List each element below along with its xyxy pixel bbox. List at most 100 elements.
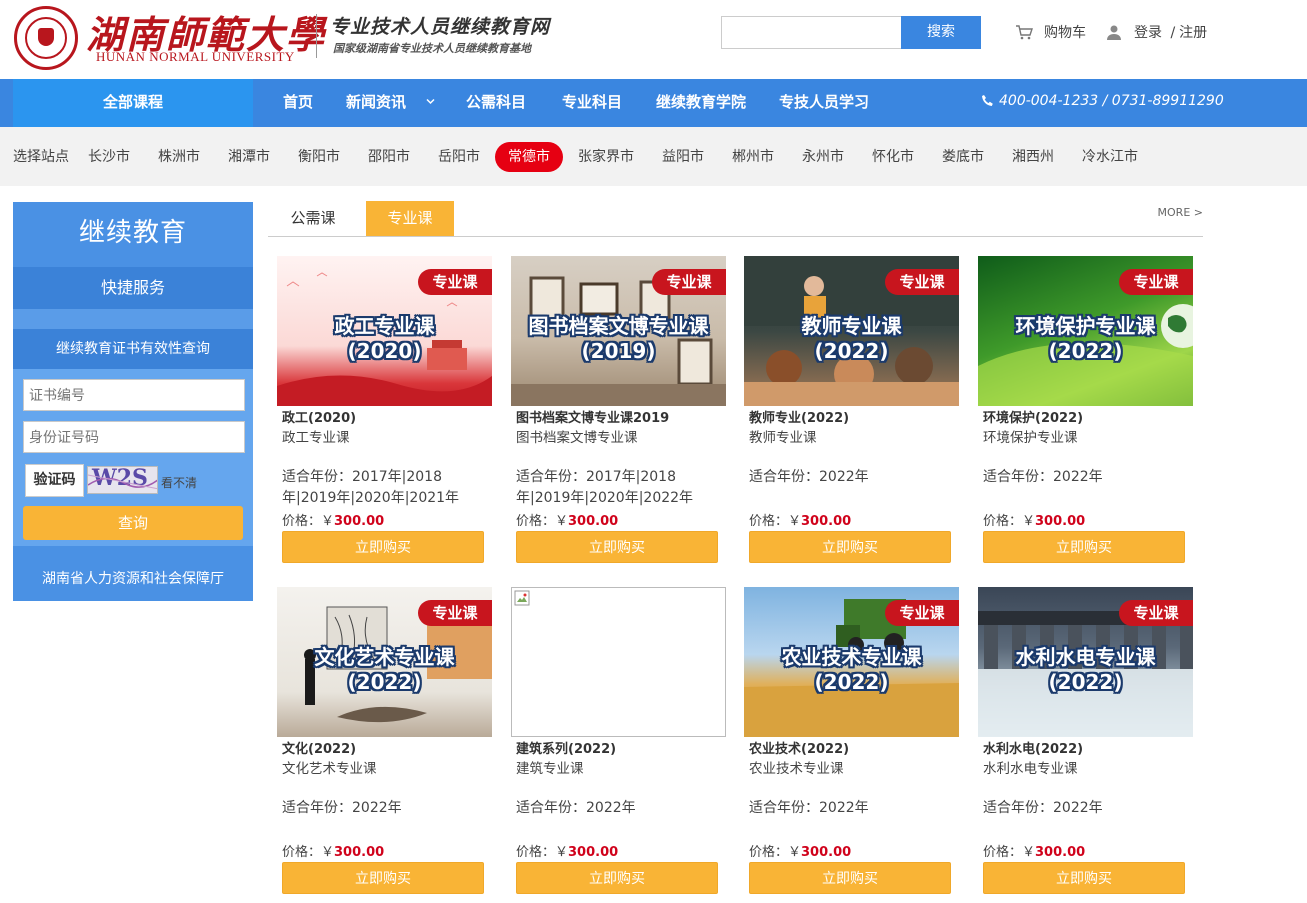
hotline-number: 400-004-1233 / 0731-89911290	[999, 93, 1224, 109]
city-item[interactable]: 怀化市	[872, 142, 914, 172]
price-value: 300.00	[1035, 514, 1086, 529]
course-thumbnail[interactable]: 专业课 政工专业课 (2020)	[277, 256, 492, 406]
course-thumbnail[interactable]: 专业课 环境保护专业课 (2022)	[978, 256, 1193, 406]
course-price: 价格：￥300.00	[749, 841, 851, 860]
nav-item-public-courses[interactable]: 公需科目	[466, 79, 526, 127]
buy-now-button[interactable]: 立即购买	[282, 531, 484, 563]
price-label: 价格：￥	[282, 845, 335, 860]
buy-now-button[interactable]: 立即购买	[749, 862, 951, 894]
thumbnail-title-line-2: (2022)	[1048, 339, 1123, 363]
chevron-down-icon[interactable]	[426, 97, 435, 106]
course-desc: 文化艺术专业课	[282, 761, 377, 777]
course-name[interactable]: 水利水电(2022)	[983, 738, 1083, 757]
course-name[interactable]: 文化(2022)	[282, 738, 356, 757]
city-item[interactable]: 湘潭市	[228, 142, 270, 172]
course-name[interactable]: 政工(2020)	[282, 407, 356, 426]
course-name[interactable]: 教师专业(2022)	[749, 407, 849, 426]
nav-item-study[interactable]: 专技人员学习	[779, 79, 869, 127]
cart-link[interactable]: 购物车	[1015, 22, 1086, 42]
thumbnail-title: 环境保护专业课 (2022)	[978, 314, 1193, 364]
course-years: 适合年份：2022年	[983, 800, 1103, 816]
city-item[interactable]: 湘西州	[1012, 142, 1054, 172]
more-link[interactable]: MORE >	[1158, 206, 1203, 219]
city-item[interactable]: 郴州市	[732, 142, 774, 172]
account-links: 登录 / 注册	[1106, 22, 1207, 42]
price-value: 300.00	[568, 514, 619, 529]
thumbnail-title-line-1: 文化艺术专业课	[314, 645, 455, 669]
course-thumbnail[interactable]: 专业课 教师专业课 (2022)	[744, 256, 959, 406]
course-years: 适合年份：2022年	[749, 800, 869, 816]
nav-item-college[interactable]: 继续教育学院	[656, 79, 746, 127]
thumbnail-title: 政工专业课 (2020)	[277, 314, 492, 364]
course-badge: 专业课	[652, 269, 726, 295]
nav-item-news[interactable]: 新闻资讯	[346, 79, 406, 127]
captcha-field[interactable]: 验证码	[25, 464, 84, 497]
login-link[interactable]: 登录	[1134, 25, 1162, 41]
cert-query-heading: 继续教育证书有效性查询	[13, 329, 253, 369]
course-thumbnail[interactable]: 专业课 文化艺术专业课 (2022)	[277, 587, 492, 737]
phone-icon	[982, 95, 993, 106]
course-badge: 专业课	[418, 600, 492, 626]
course-desc: 建筑专业课	[516, 761, 584, 777]
course-thumbnail[interactable]: 专业课 水利水电专业课 (2022)	[978, 587, 1193, 737]
thumbnail-title-line-1: 图书档案文博专业课	[528, 314, 709, 338]
search-input[interactable]	[721, 16, 902, 49]
price-label: 价格：￥	[282, 514, 335, 529]
price-value: 300.00	[334, 845, 385, 860]
tab-professional-courses[interactable]: 专业课	[366, 201, 454, 236]
buy-now-button[interactable]: 立即购买	[282, 862, 484, 894]
all-courses-button[interactable]: 全部课程	[13, 79, 253, 127]
thumbnail-title-line-1: 教师专业课	[801, 314, 902, 338]
hotline: 400-004-1233 / 0731-89911290	[981, 79, 1224, 127]
city-item[interactable]: 张家界市	[578, 142, 634, 172]
course-name[interactable]: 农业技术(2022)	[749, 738, 849, 757]
thumbnail-title-line-2: (2019)	[581, 339, 656, 363]
buy-now-button[interactable]: 立即购买	[983, 531, 1185, 563]
city-item[interactable]: 娄底市	[942, 142, 984, 172]
buy-now-button[interactable]: 立即购买	[983, 862, 1185, 894]
thumbnail-title: 教师专业课 (2022)	[744, 314, 959, 364]
city-item[interactable]: 益阳市	[662, 142, 704, 172]
course-years: 适合年份：2017年|2018年|2019年|2020年|2021年	[282, 469, 460, 506]
course-thumbnail[interactable]: 专业课 农业技术专业课 (2022)	[744, 587, 959, 737]
id-number-field[interactable]	[23, 421, 245, 453]
city-selector-label: 选择站点	[13, 149, 69, 165]
city-item[interactable]: 衡阳市	[298, 142, 340, 172]
price-value: 300.00	[801, 514, 852, 529]
course-name[interactable]: 图书档案文博专业课2019	[516, 407, 669, 426]
course-desc: 水利水电专业课	[983, 761, 1078, 777]
course-thumbnail[interactable]: 专业课 图书档案文博专业课 (2019)	[511, 256, 726, 406]
course-price: 价格：￥300.00	[282, 841, 384, 860]
course-years: 适合年份：2022年	[749, 469, 869, 485]
cert-number-field[interactable]	[23, 379, 245, 411]
buy-now-button[interactable]: 立即购买	[516, 531, 718, 563]
city-item-active[interactable]: 常德市	[495, 142, 563, 172]
search-button[interactable]: 搜索	[901, 16, 981, 49]
site-subtitle: 国家级湖南省专业技术人员继续教育基地	[333, 42, 531, 55]
course-name[interactable]: 环境保护(2022)	[983, 407, 1083, 426]
city-item[interactable]: 冷水江市	[1082, 142, 1138, 172]
tab-public-courses[interactable]: 公需课	[268, 201, 358, 236]
buy-now-button[interactable]: 立即购买	[516, 862, 718, 894]
course-years: 适合年份：2022年	[282, 800, 402, 816]
city-item[interactable]: 岳阳市	[438, 142, 480, 172]
captcha-image[interactable]: W2S	[87, 466, 158, 494]
city-item[interactable]: 永州市	[802, 142, 844, 172]
captcha-refresh-link[interactable]: 看不清	[161, 474, 197, 491]
city-item[interactable]: 长沙市	[88, 142, 130, 172]
register-link[interactable]: 注册	[1179, 25, 1207, 41]
cart-icon	[1016, 25, 1033, 40]
query-button[interactable]: 查询	[23, 506, 243, 540]
buy-now-button[interactable]: 立即购买	[749, 531, 951, 563]
city-item[interactable]: 株洲市	[158, 142, 200, 172]
site-title: 专业技术人员继续教育网	[330, 16, 551, 38]
course-name[interactable]: 建筑系列(2022)	[516, 738, 616, 757]
hrss-link[interactable]: 湖南省人力资源和社会保障厅	[13, 557, 253, 601]
nav-item-professional-courses[interactable]: 专业科目	[562, 79, 622, 127]
quick-service-link[interactable]: 快捷服务	[13, 267, 253, 309]
university-seal-logo[interactable]	[14, 6, 78, 70]
nav-item-home[interactable]: 首页	[283, 79, 313, 127]
city-item[interactable]: 邵阳市	[368, 142, 410, 172]
course-thumbnail-broken[interactable]	[511, 587, 726, 737]
course-card: 专业课 教师专业课 (2022) 教师专业(2022) 教师专业课 适合年份：20…	[744, 256, 959, 566]
